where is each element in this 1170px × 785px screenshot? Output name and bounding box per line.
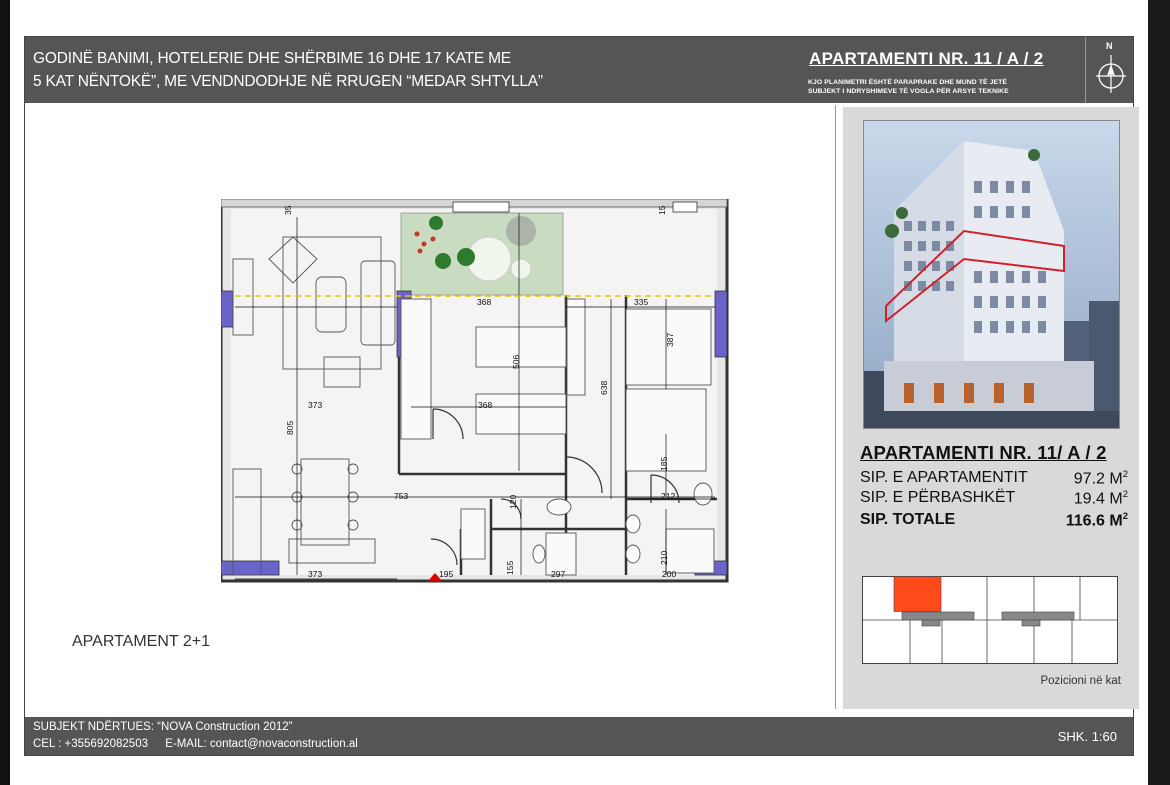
floor-position-map xyxy=(862,576,1118,664)
area-value: 116.6 M2 xyxy=(1066,511,1128,530)
dim-label: 120 xyxy=(508,495,518,509)
dim-label: 200 xyxy=(662,569,676,579)
viewer-left-edge xyxy=(0,0,10,785)
preliminary-note: KJO PLANIMETRI ËSHTË PARAPRAKE DHE MUND … xyxy=(808,78,1009,96)
drawing-frame: GODINË BANIMI, HOTELERIE DHE SHËRBIME 16… xyxy=(24,36,1139,756)
dim-label: 753 xyxy=(394,491,408,501)
dim-label: 210 xyxy=(659,551,669,565)
apartment-title: APARTAMENTI NR. 11 / A / 2 xyxy=(809,49,1044,68)
building-render-image xyxy=(863,120,1120,429)
area-unit-exponent: 2 xyxy=(1122,511,1128,522)
email-text: E-MAIL: contact@novaconstruction.al xyxy=(165,738,358,750)
area-row-common: SIP. E PËRBASHKËT 19.4 M2 xyxy=(860,489,1128,507)
floor-plan: 35 15 368 335 387 506 638 805 373 368 75… xyxy=(219,197,729,587)
dim-label: 35 xyxy=(283,205,293,215)
highlighted-unit xyxy=(893,576,942,612)
dim-label: 368 xyxy=(478,400,492,410)
position-caption: Pozicioni në kat xyxy=(1040,675,1121,687)
north-label: N xyxy=(1106,41,1113,51)
dim-label: 373 xyxy=(308,400,322,410)
building-render-drawing xyxy=(864,121,1119,428)
apartment-type-label: APARTAMENT 2+1 xyxy=(72,633,210,650)
project-title: GODINË BANIMI, HOTELERIE DHE SHËRBIME 16… xyxy=(33,47,543,93)
area-label: SIP. E PËRBASHKËT xyxy=(860,489,1016,506)
phone-text: CEL : +355692082503 xyxy=(33,738,148,750)
panel-divider xyxy=(835,105,836,709)
floor-plan-drawing: 35 15 368 335 387 506 638 805 373 368 75… xyxy=(219,197,729,583)
dim-label: 335 xyxy=(634,297,648,307)
area-label: SIP. E APARTAMENTIT xyxy=(860,469,1028,486)
dim-label: 185 xyxy=(659,457,669,471)
dim-label: 368 xyxy=(477,297,491,307)
dim-label: 638 xyxy=(599,381,609,395)
title-block-header: GODINË BANIMI, HOTELERIE DHE SHËRBIME 16… xyxy=(25,37,1133,103)
header-divider xyxy=(1085,37,1086,103)
dim-label: 15 xyxy=(657,205,667,215)
area-value: 97.2 M2 xyxy=(1074,469,1128,488)
info-panel: APARTAMENTI NR. 11/ A / 2 SIP. E APARTAM… xyxy=(843,107,1139,709)
dim-label: 212 xyxy=(661,491,675,501)
builder-name: SUBJEKT NDËRTUES: “NOVA Construction 201… xyxy=(33,721,293,733)
project-title-line2: 5 KAT NËNTOKË”, ME VENDNDODHJE NË RRUGEN… xyxy=(33,73,543,90)
area-label: SIP. TOTALE xyxy=(860,511,956,528)
area-value-number: 97.2 M xyxy=(1073,470,1123,488)
info-apartment-name: APARTAMENTI NR. 11/ A / 2 xyxy=(860,442,1107,463)
project-title-line1: GODINË BANIMI, HOTELERIE DHE SHËRBIME 16… xyxy=(33,50,511,67)
preliminary-note-line1: KJO PLANIMETRI ËSHTË PARAPRAKE DHE MUND … xyxy=(808,79,1008,86)
area-value: 19.4 M2 xyxy=(1074,489,1128,508)
area-row-apartment: SIP. E APARTAMENTIT 97.2 M2 xyxy=(860,469,1128,487)
area-value-number: 116.6 M xyxy=(1065,512,1123,530)
compass-north-icon: N xyxy=(1093,41,1129,97)
document-page: GODINË BANIMI, HOTELERIE DHE SHËRBIME 16… xyxy=(10,0,1148,785)
dim-label: 506 xyxy=(511,355,521,369)
area-unit-exponent: 2 xyxy=(1122,489,1128,500)
dim-label: 805 xyxy=(285,421,295,435)
area-row-total: SIP. TOTALE 116.6 M2 xyxy=(860,511,1128,529)
dim-label: 155 xyxy=(505,561,515,575)
dim-label: 195 xyxy=(439,569,453,579)
drawing-scale: SHK. 1:60 xyxy=(1057,729,1117,744)
dim-label: 387 xyxy=(665,333,675,347)
dim-label: 373 xyxy=(308,569,322,579)
preliminary-note-line2: SUBJEKT I NDRYSHIMEVE TË VOGLA PËR ARSYE… xyxy=(808,88,1009,95)
area-value-number: 19.4 M xyxy=(1073,490,1123,508)
title-block-footer: SUBJEKT NDËRTUES: “NOVA Construction 201… xyxy=(25,717,1133,755)
dim-label: 297 xyxy=(551,569,565,579)
area-unit-exponent: 2 xyxy=(1122,469,1128,480)
contact-line: CEL : +355692082503 E-MAIL: contact@nova… xyxy=(33,738,372,750)
viewer-right-edge xyxy=(1148,0,1170,785)
